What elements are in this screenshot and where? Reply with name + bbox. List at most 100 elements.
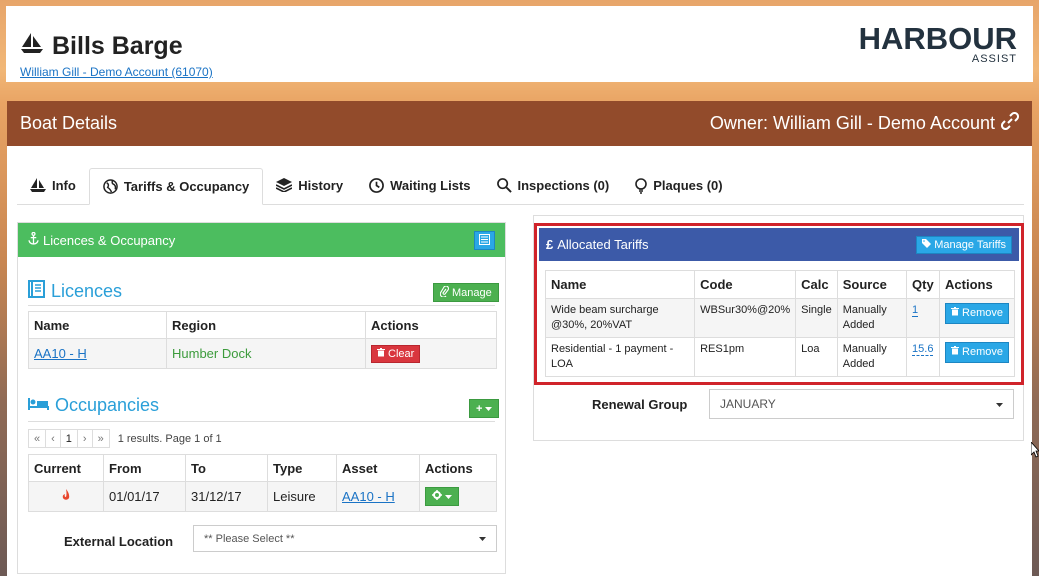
trash-icon bbox=[951, 306, 960, 321]
search-icon bbox=[496, 178, 512, 196]
cell-type: Leisure bbox=[267, 481, 337, 512]
divider bbox=[28, 305, 495, 306]
tab-label: Inspections (0) bbox=[517, 178, 610, 193]
list-icon bbox=[479, 233, 490, 248]
boat-name: Bills Barge bbox=[52, 32, 183, 60]
manage-label: Manage bbox=[452, 286, 492, 299]
manage-tariffs-button[interactable]: Manage Tariffs bbox=[916, 235, 1012, 254]
allocated-tariffs-header: £ Allocated Tariffs Manage Tariffs bbox=[539, 228, 1019, 261]
table-row: AA10 - H Humber Dock Clear bbox=[28, 338, 497, 369]
cell-qty: 15.6 bbox=[906, 337, 941, 377]
col-from: From bbox=[103, 454, 186, 482]
tab-label: History bbox=[298, 178, 344, 193]
card-title: Licences & Occupancy bbox=[43, 232, 176, 248]
harbour-assist-logo: HARBOUR ASSIST bbox=[859, 23, 1017, 65]
cell-qty: 1 bbox=[906, 298, 941, 338]
remove-label: Remove bbox=[962, 307, 1003, 319]
account-link[interactable]: William Gill - Demo Account (61070) bbox=[20, 65, 213, 79]
col-to: To bbox=[185, 454, 268, 482]
card-title: Allocated Tariffs bbox=[557, 237, 649, 252]
layers-icon bbox=[275, 178, 293, 195]
licences-heading-text: Licences bbox=[51, 281, 123, 301]
caret-down-icon bbox=[485, 403, 493, 415]
remove-tariff-button[interactable]: Remove bbox=[945, 303, 1009, 324]
col-actions: Actions bbox=[365, 311, 497, 339]
bed-icon bbox=[28, 395, 49, 416]
pager-page[interactable]: 1 bbox=[59, 429, 78, 448]
sailboat-icon bbox=[30, 178, 46, 195]
boat-details-panel: Boat Details Owner: William Gill - Demo … bbox=[7, 101, 1032, 576]
external-location-select[interactable]: ** Please Select ** bbox=[193, 525, 497, 552]
add-label: + bbox=[476, 402, 483, 415]
pager-prev[interactable]: ‹ bbox=[45, 429, 61, 448]
lightbulb-icon bbox=[635, 178, 648, 197]
external-location-label: External Location bbox=[64, 534, 174, 549]
cell-calc: Loa bbox=[795, 337, 838, 377]
table-header-row: Name Region Actions bbox=[28, 311, 497, 339]
link-icon[interactable] bbox=[1000, 111, 1020, 135]
qty-editable[interactable]: 15.6 bbox=[912, 343, 934, 356]
remove-label: Remove bbox=[962, 346, 1003, 358]
allocated-tariffs-card: £ Allocated Tariffs Manage Tariffs Name … bbox=[533, 215, 1024, 441]
tab-label: Tariffs & Occupancy bbox=[123, 179, 250, 194]
licence-link[interactable]: AA10 - H bbox=[34, 346, 87, 361]
tab-tariffs-occupancy[interactable]: Tariffs & Occupancy bbox=[88, 168, 264, 205]
occupancies-heading: Occupancies bbox=[28, 395, 159, 416]
cell-name: Residential - 1 payment - LOA bbox=[544, 337, 696, 377]
renewal-group-select[interactable]: JANUARY bbox=[709, 389, 1014, 419]
col-asset: Asset bbox=[336, 454, 420, 482]
owner-text: Owner: William Gill - Demo Account bbox=[709, 113, 995, 133]
cell-current bbox=[28, 481, 104, 512]
pager-next[interactable]: › bbox=[76, 429, 93, 448]
caret-down-icon bbox=[996, 397, 1003, 411]
cell-code: WBSur30%@20% bbox=[694, 298, 797, 338]
tab-history[interactable]: History bbox=[263, 168, 356, 205]
tab-bar: Info Tariffs & Occupancy History Waiting… bbox=[17, 168, 1024, 205]
export-button[interactable] bbox=[474, 230, 495, 250]
tab-info[interactable]: Info bbox=[17, 168, 89, 205]
mouse-cursor-icon bbox=[1030, 440, 1039, 458]
trash-icon bbox=[951, 345, 960, 360]
owner-info[interactable]: Owner: William Gill - Demo Account bbox=[709, 111, 1020, 135]
cell-source: Manually Added bbox=[836, 298, 908, 338]
tariffs-table: Name Code Calc Source Qty Actions Wide b… bbox=[544, 270, 1015, 377]
col-region: Region bbox=[166, 311, 366, 339]
tab-waiting-lists[interactable]: Waiting Lists bbox=[356, 168, 483, 205]
occupancy-actions-button[interactable] bbox=[425, 487, 459, 506]
tab-inspections[interactable]: Inspections (0) bbox=[484, 168, 623, 205]
card-title-wrap: £ Allocated Tariffs bbox=[546, 237, 649, 252]
highlight-box: £ Allocated Tariffs Manage Tariffs Name … bbox=[534, 223, 1024, 385]
tab-plaques[interactable]: Plaques (0) bbox=[622, 168, 735, 205]
occupancies-heading-text: Occupancies bbox=[55, 395, 160, 415]
clear-label: Clear bbox=[388, 347, 415, 360]
occupancies-table: Current From To Type Asset Actions 01/01… bbox=[28, 454, 497, 512]
trash-icon bbox=[377, 347, 385, 360]
pound-icon: £ bbox=[546, 237, 554, 252]
asset-link[interactable]: AA10 - H bbox=[342, 489, 395, 504]
col-source: Source bbox=[836, 270, 908, 299]
cell-actions bbox=[419, 481, 497, 512]
caret-down-icon bbox=[445, 491, 452, 503]
pager-first[interactable]: « bbox=[28, 429, 47, 448]
pager-last[interactable]: » bbox=[91, 429, 110, 448]
cell-region: Humber Dock bbox=[166, 338, 366, 369]
card-title-wrap: Licences & Occupancy bbox=[28, 231, 176, 248]
table-row: 01/01/17 31/12/17 Leisure AA10 - H bbox=[28, 481, 497, 512]
clear-licence-button[interactable]: Clear bbox=[371, 344, 421, 363]
fire-icon bbox=[61, 488, 71, 505]
col-name: Name bbox=[544, 270, 696, 299]
cell-actions: Remove bbox=[939, 337, 1015, 377]
remove-tariff-button[interactable]: Remove bbox=[945, 342, 1009, 363]
select-value: ** Please Select ** bbox=[204, 532, 295, 545]
cell-from: 01/01/17 bbox=[103, 481, 186, 512]
col-actions: Actions bbox=[939, 270, 1015, 299]
col-calc: Calc bbox=[795, 270, 838, 299]
col-type: Type bbox=[267, 454, 337, 482]
qty-editable[interactable]: 1 bbox=[912, 304, 919, 317]
clock-icon bbox=[369, 178, 384, 196]
cell-actions: Clear bbox=[365, 338, 497, 369]
manage-licences-button[interactable]: Manage bbox=[433, 283, 499, 302]
book-icon bbox=[28, 280, 45, 303]
add-occupancy-button[interactable]: + bbox=[469, 399, 500, 418]
col-name: Name bbox=[28, 311, 167, 339]
